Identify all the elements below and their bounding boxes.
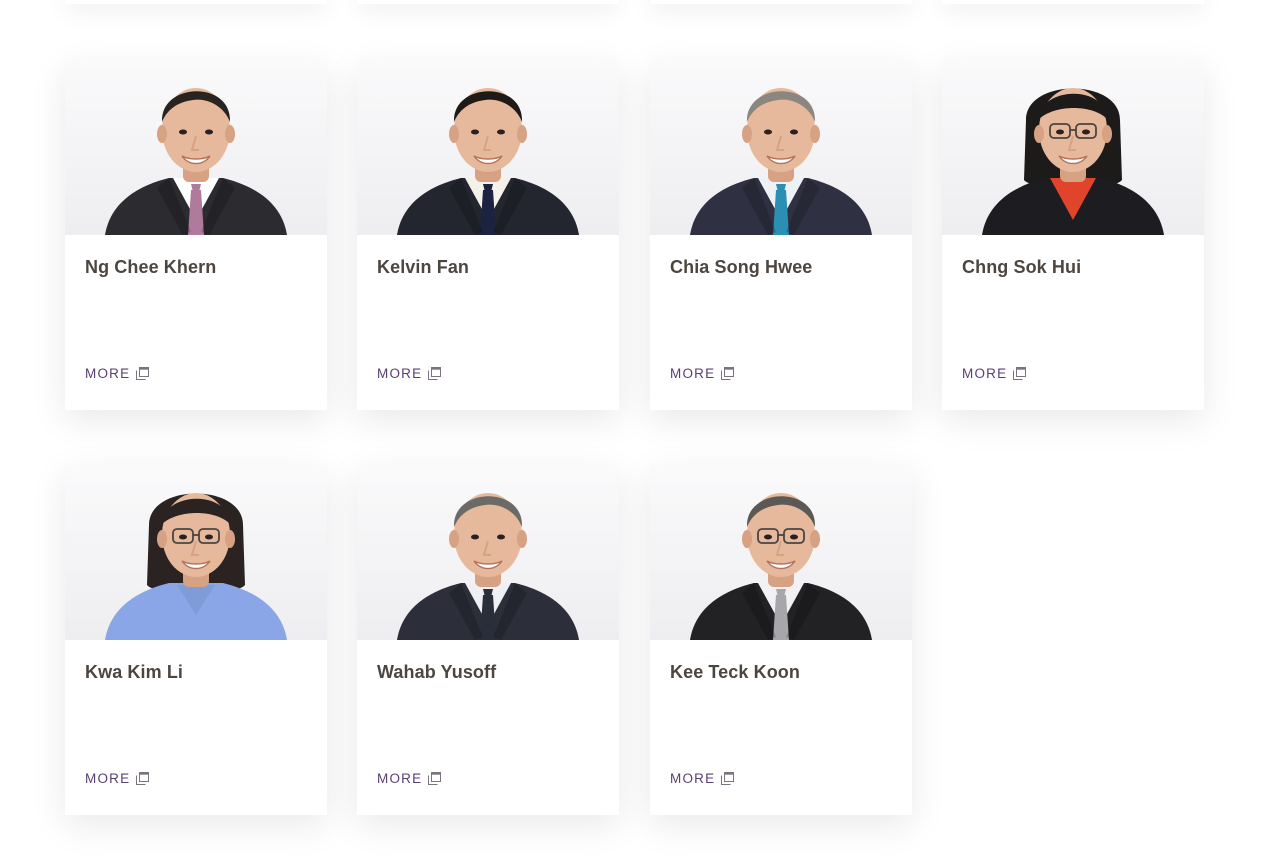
- member-photo: [650, 465, 912, 640]
- open-window-icon: [136, 367, 150, 380]
- member-card[interactable]: Wahab Yusoff MORE: [357, 465, 619, 815]
- member-card[interactable]: Ng Chee Khern MORE: [65, 60, 327, 410]
- more-link[interactable]: MORE: [377, 771, 442, 786]
- member-photo: [65, 465, 327, 640]
- member-name: Ng Chee Khern: [85, 257, 217, 277]
- more-label: MORE: [962, 366, 1008, 381]
- more-link[interactable]: MORE: [377, 366, 442, 381]
- previous-card-edge: [650, 0, 912, 4]
- member-name: Wahab Yusoff: [377, 662, 497, 682]
- more-link[interactable]: MORE: [85, 771, 150, 786]
- member-name: Kee Teck Koon: [670, 662, 800, 682]
- more-label: MORE: [85, 366, 131, 381]
- previous-row-shadow: [0, 0, 1279, 20]
- previous-card-edge: [357, 0, 619, 4]
- member-photo: [650, 60, 912, 235]
- open-window-icon: [721, 772, 735, 785]
- member-card[interactable]: Chng Sok Hui MORE: [942, 60, 1204, 410]
- member-card[interactable]: Kee Teck Koon MORE: [650, 465, 912, 815]
- more-label: MORE: [670, 771, 716, 786]
- member-card[interactable]: Kelvin Fan MORE: [357, 60, 619, 410]
- member-photo: [357, 60, 619, 235]
- more-link[interactable]: MORE: [670, 771, 735, 786]
- member-name: Chng Sok Hui: [962, 257, 1082, 277]
- member-photo: [65, 60, 327, 235]
- more-label: MORE: [670, 366, 716, 381]
- member-name: Kwa Kim Li: [85, 662, 184, 682]
- open-window-icon: [1013, 367, 1027, 380]
- member-name: Chia Song Hwee: [670, 257, 813, 277]
- member-photo: [357, 465, 619, 640]
- more-link[interactable]: MORE: [962, 366, 1027, 381]
- open-window-icon: [428, 367, 442, 380]
- more-link[interactable]: MORE: [670, 366, 735, 381]
- more-label: MORE: [377, 771, 423, 786]
- member-card[interactable]: Chia Song Hwee MORE: [650, 60, 912, 410]
- member-card[interactable]: Kwa Kim Li MORE: [65, 465, 327, 815]
- more-label: MORE: [85, 771, 131, 786]
- open-window-icon: [721, 367, 735, 380]
- open-window-icon: [428, 772, 442, 785]
- open-window-icon: [136, 772, 150, 785]
- previous-card-edge: [65, 0, 327, 4]
- previous-card-edge: [942, 0, 1204, 4]
- member-name: Kelvin Fan: [377, 257, 470, 277]
- board-members-grid: Ng Chee Khern MORE Kelvin Fan MORE Chia …: [0, 0, 1279, 860]
- member-photo: [942, 60, 1204, 235]
- more-label: MORE: [377, 366, 423, 381]
- more-link[interactable]: MORE: [85, 366, 150, 381]
